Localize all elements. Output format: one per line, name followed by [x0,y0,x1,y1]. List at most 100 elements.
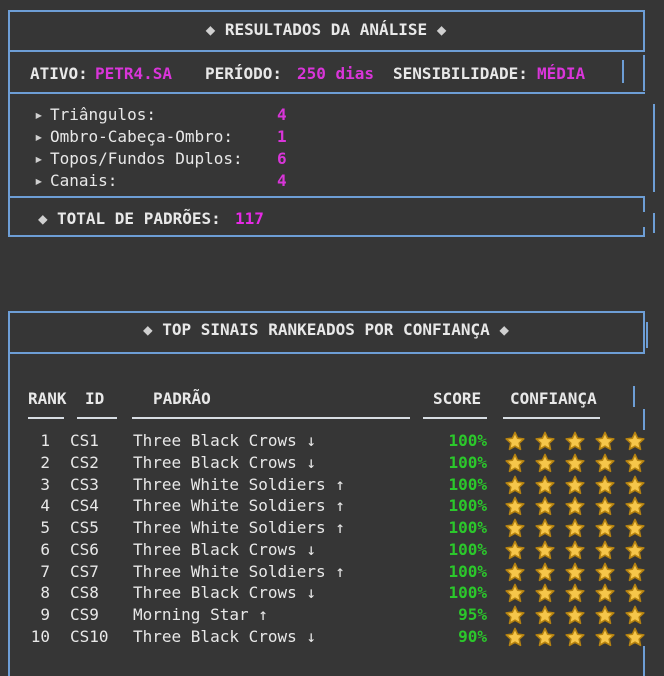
panel1-border-right-total [653,213,655,233]
panel1-border-right-counts [653,104,655,192]
star-icon [595,583,615,603]
total-value: 117 [235,208,264,230]
table-row: 6 CS6 Three Black Crows ↓ 100% [0,539,664,561]
star-icon [505,605,525,625]
rank-cell: 4 [8,495,50,517]
star-icon [505,627,525,647]
star-icon [565,562,585,582]
header-underline-confianca [503,417,600,419]
triangle-bullet-icon: ▸ [34,170,44,192]
rank-cell: 10 [8,626,50,648]
score-cell: 100% [423,539,487,561]
header-underline-id [77,417,117,419]
id-cell: CS6 [70,539,99,561]
star-icon [625,627,645,647]
confidence-stars [505,517,660,539]
rank-cell: 9 [8,604,50,626]
star-icon [595,562,615,582]
star-icon [595,496,615,516]
panel1-border-bottom [8,235,645,237]
star-icon [565,475,585,495]
star-icon [535,627,555,647]
star-icon [595,453,615,473]
panel2-border-right-header [633,386,635,407]
star-icon [505,518,525,538]
score-cell: 100% [423,430,487,452]
column-header-rank: RANK [28,388,67,410]
panel2-border-right-underline [643,409,645,430]
score-cell: 100% [423,474,487,496]
star-icon [625,518,645,538]
rank-cell: 3 [8,474,50,496]
rank-cell: 7 [8,561,50,583]
triangle-bullet-icon: ▸ [34,104,44,126]
panel1-title-line: ◆ RESULTADOS DA ANÁLISE ◆ [8,19,644,41]
star-icon [565,627,585,647]
sensibilidade-value: MÉDIA [537,63,585,85]
id-cell: CS7 [70,561,99,583]
star-icon [565,605,585,625]
panel1-border-right-info [643,55,645,91]
total-label: TOTAL DE PADRÕES: [57,208,221,230]
star-icon [535,540,555,560]
confidence-stars [505,582,660,604]
panel2-border-right-bottom [643,646,645,676]
star-icon [625,453,645,473]
pattern-cell: Three White Soldiers ↑ [133,517,345,539]
table-row: 4 CS4 Three White Soldiers ↑ 100% [0,495,664,517]
star-icon [505,562,525,582]
star-icon [505,431,525,451]
star-icon [625,583,645,603]
panel1-border-corner [643,227,645,237]
panel2-border-glitch [646,322,648,348]
rank-cell: 1 [8,430,50,452]
confidence-stars [505,474,660,496]
star-icon [595,518,615,538]
score-cell: 100% [423,582,487,604]
rank-cell: 5 [8,517,50,539]
id-cell: CS9 [70,604,99,626]
star-icon [535,496,555,516]
rank-cell: 8 [8,582,50,604]
table-row: 7 CS7 Three White Soldiers ↑ 100% [0,561,664,583]
sensibilidade-label: SENSIBILIDADE: [393,63,528,85]
table-row: 2 CS2 Three Black Crows ↓ 100% [0,452,664,474]
column-header-padrao: PADRÃO [153,388,211,410]
pattern-cell: Three Black Crows ↓ [133,452,316,474]
periodo-label: PERÍODO: [205,63,282,85]
panel1-separator-2 [8,92,645,94]
star-icon [535,475,555,495]
confidence-stars [505,561,660,583]
star-icon [535,431,555,451]
panel2-separator [8,352,645,354]
table-row: 10 CS10 Three Black Crows ↓ 90% [0,626,664,648]
star-icon [625,540,645,560]
star-icon [505,583,525,603]
panel1-border-right-sep [643,196,645,212]
panel2-border-top [8,311,645,313]
rank-cell: 2 [8,452,50,474]
count-label: Topos/Fundos Duplos: [50,148,243,170]
panel1-separator-3 [8,196,645,198]
table-row: 5 CS5 Three White Soldiers ↑ 100% [0,517,664,539]
triangle-bullet-icon: ▸ [34,148,44,170]
star-icon [595,431,615,451]
confidence-stars [505,604,660,626]
count-value: 1 [277,126,287,148]
panel2-title-line: ◆ TOP SINAIS RANKEADOS POR CONFIANÇA ◆ [8,319,644,341]
column-header-id: ID [85,388,104,410]
panel2-title: TOP SINAIS RANKEADOS POR CONFIANÇA [162,320,490,339]
star-icon [595,540,615,560]
score-cell: 100% [423,452,487,474]
star-icon [625,431,645,451]
table-row: 3 CS3 Three White Soldiers ↑ 100% [0,474,664,496]
confidence-stars [505,452,660,474]
count-label: Canais: [50,170,117,192]
star-icon [565,453,585,473]
pattern-cell: Three White Soldiers ↑ [133,561,345,583]
pattern-cell: Morning Star ↑ [133,604,268,626]
column-header-score: SCORE [433,388,481,410]
pattern-cell: Three Black Crows ↓ [133,539,316,561]
count-label: Ombro-Cabeça-Ombro: [50,126,233,148]
rank-cell: 6 [8,539,50,561]
